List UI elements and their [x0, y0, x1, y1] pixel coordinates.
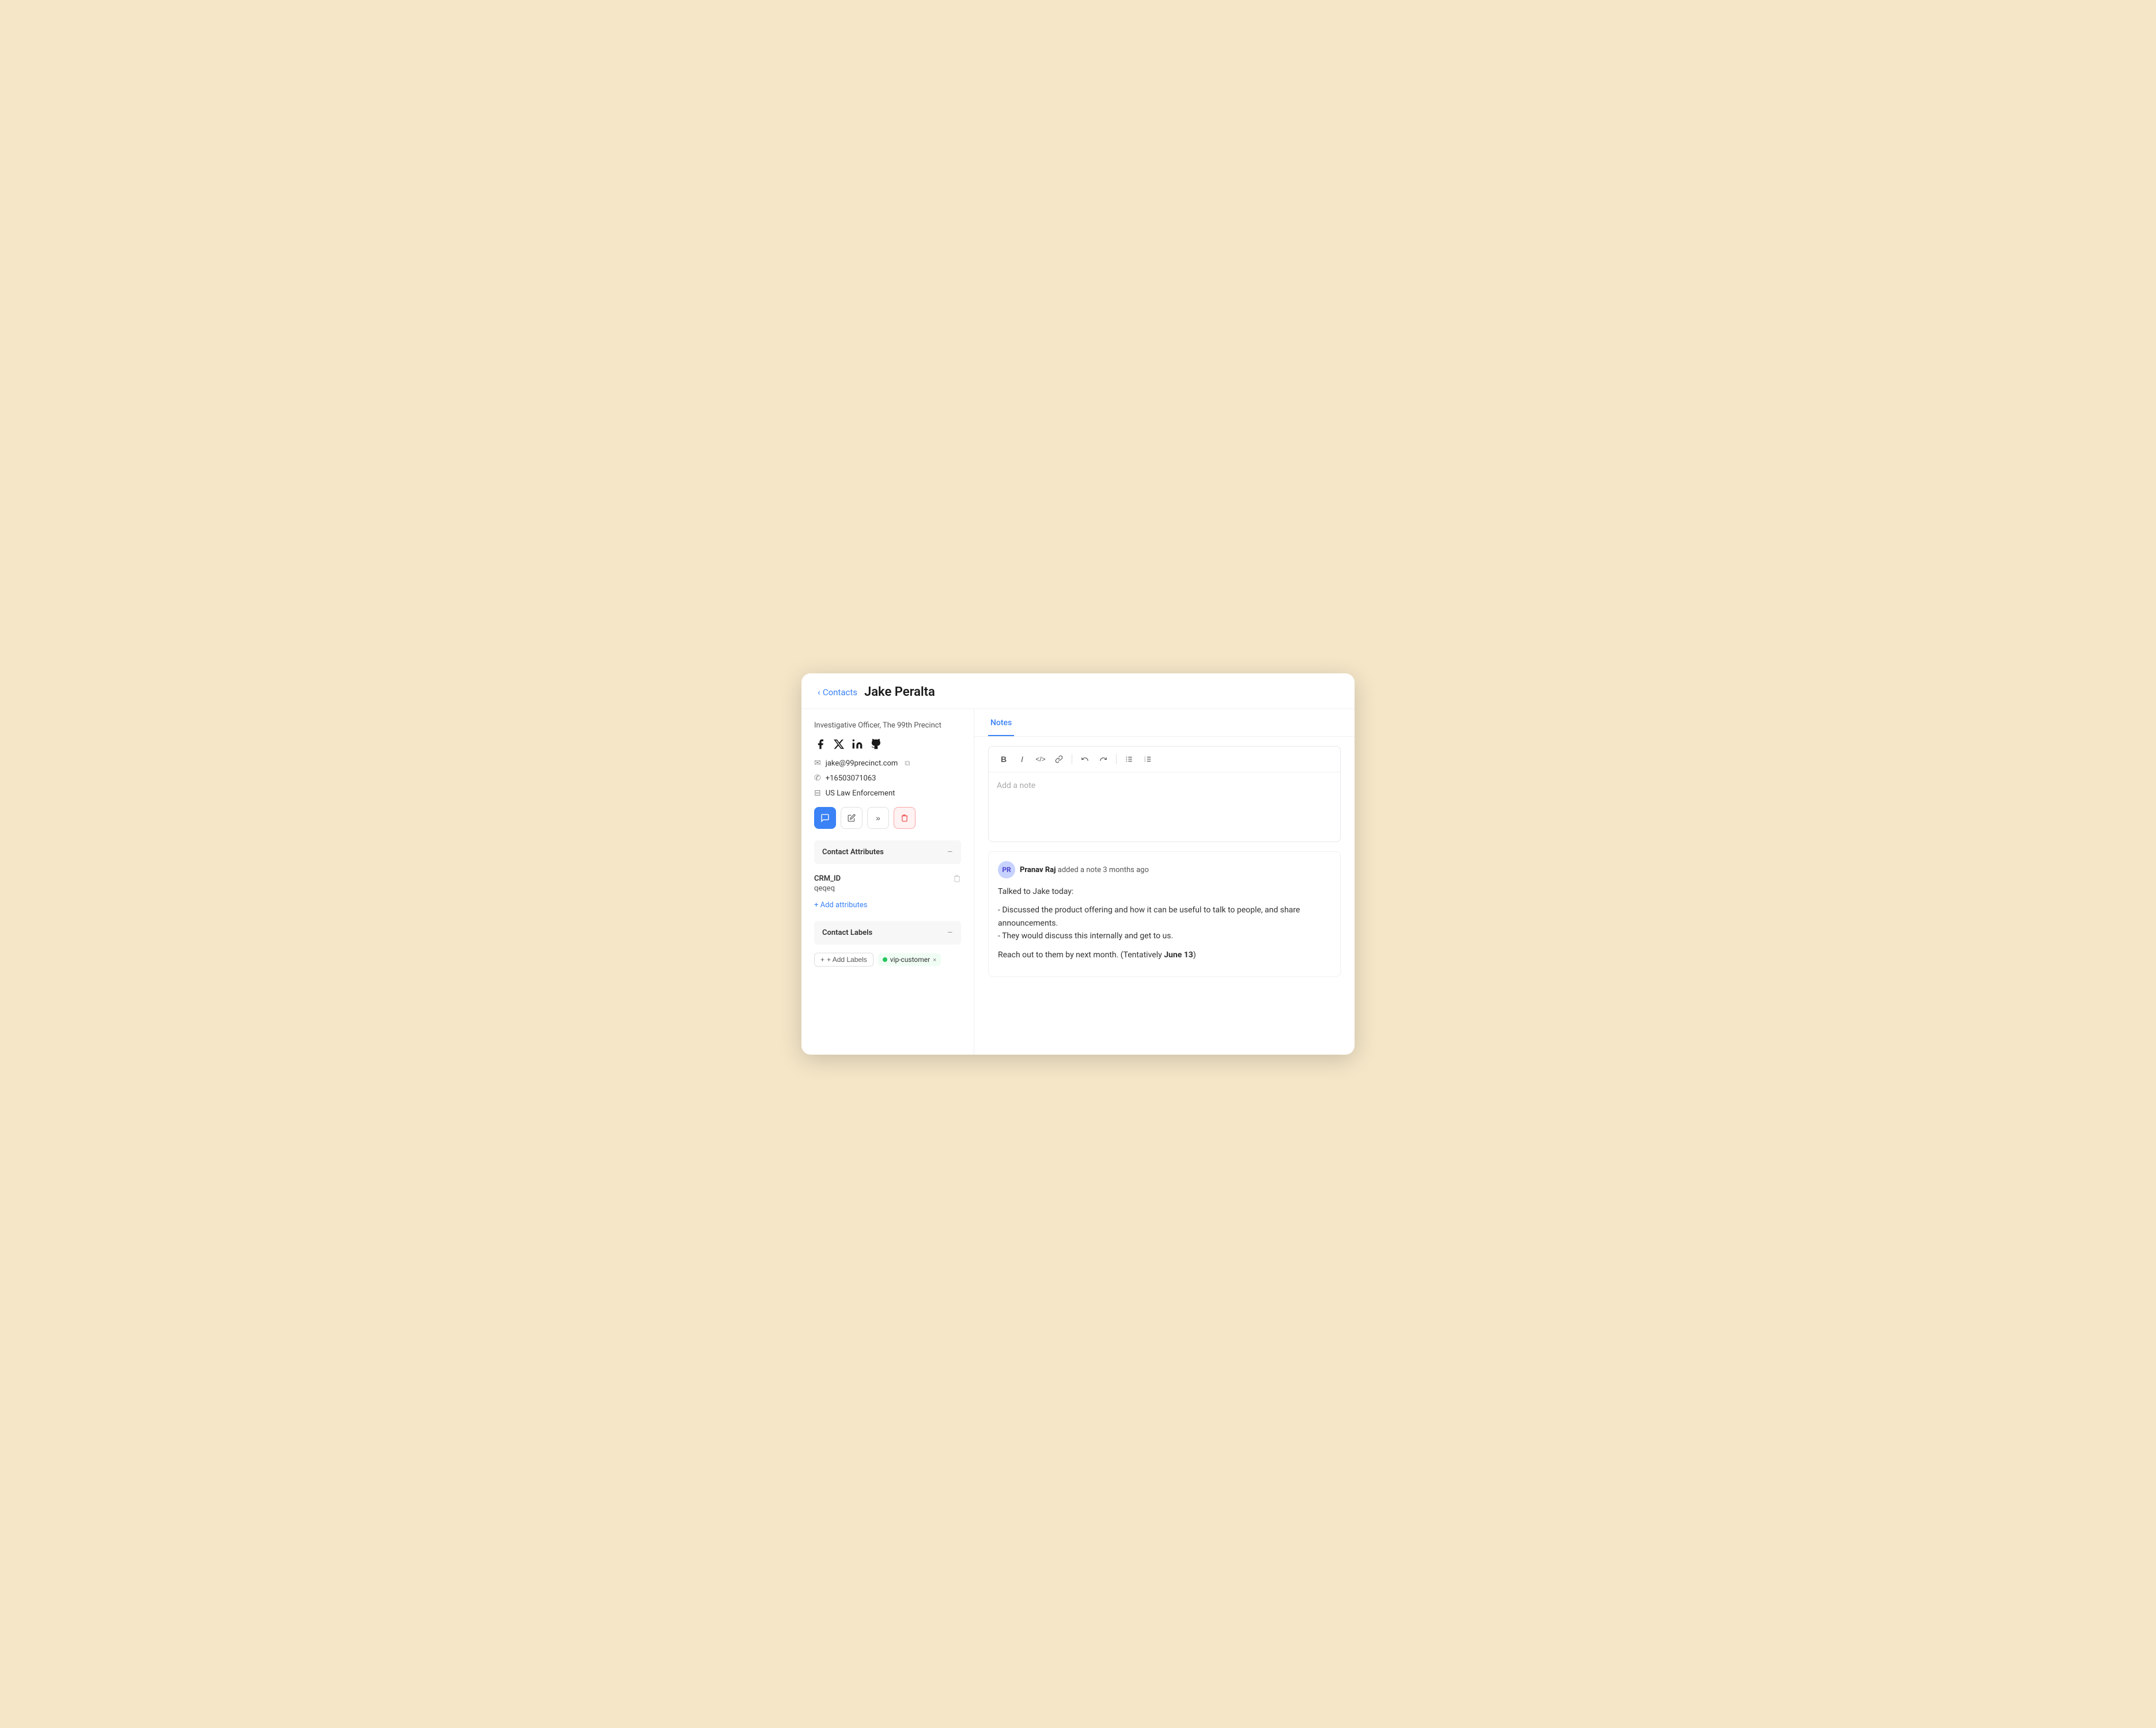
- back-link[interactable]: ‹ Contacts: [818, 687, 857, 698]
- delete-button[interactable]: [894, 807, 916, 829]
- note-meta: PR Pranav Raj added a note 3 months ago: [998, 861, 1331, 878]
- labels-section: + + Add Labels vip-customer ×: [814, 953, 961, 967]
- italic-icon: I: [1021, 755, 1023, 764]
- company-icon: ⊟: [814, 789, 821, 798]
- svg-text:3: 3: [1144, 760, 1145, 763]
- note-line-2: - Discussed the product offering and how…: [998, 904, 1331, 942]
- note-meta-text: Pranav Raj added a note 3 months ago: [1020, 866, 1149, 874]
- note-line-1: Talked to Jake today:: [998, 885, 1331, 898]
- github-icon[interactable]: [869, 738, 882, 751]
- phone-value: +16503071063: [826, 774, 876, 783]
- remove-vip-label-button[interactable]: ×: [933, 956, 936, 964]
- bullet-list-button[interactable]: [1121, 751, 1137, 767]
- crm-id-row: CRM_ID qeqeq: [814, 872, 961, 895]
- toolbar-sep-2: [1116, 754, 1117, 764]
- ordered-list-button[interactable]: 1 2 3: [1140, 751, 1156, 767]
- editor-placeholder: Add a note: [997, 781, 1035, 790]
- message-button[interactable]: [814, 807, 836, 829]
- italic-button[interactable]: I: [1014, 751, 1030, 767]
- crm-section: CRM_ID qeqeq + Add attributes: [814, 872, 961, 910]
- crm-delete-button[interactable]: [953, 874, 961, 885]
- vip-dot: [883, 957, 887, 962]
- twitter-icon[interactable]: [833, 738, 845, 751]
- vip-customer-label: vip-customer ×: [878, 953, 941, 966]
- add-attributes-label: + Add attributes: [814, 901, 867, 910]
- contact-labels-toggle: −: [947, 927, 953, 939]
- back-chevron-icon: ‹: [818, 687, 820, 698]
- redo-button[interactable]: [1095, 751, 1111, 767]
- note-time: added a note 3 months ago: [1058, 866, 1149, 874]
- email-value: jake@99precinct.com: [826, 759, 898, 768]
- contact-labels-title: Contact Labels: [822, 929, 872, 937]
- editor-toolbar: B I </>: [989, 746, 1340, 772]
- bold-icon: B: [1001, 755, 1007, 764]
- phone-row: ✆ +16503071063: [814, 774, 961, 783]
- edit-button[interactable]: [841, 807, 863, 829]
- tab-notes[interactable]: Notes: [988, 709, 1014, 736]
- crm-id-value: qeqeq: [814, 884, 841, 893]
- linkedin-icon[interactable]: [851, 738, 864, 751]
- note-editor: B I </>: [988, 746, 1341, 842]
- merge-icon: »: [876, 813, 880, 823]
- undo-button[interactable]: [1077, 751, 1093, 767]
- note-line-3: Reach out to them by next month. (Tentat…: [998, 949, 1331, 961]
- body-layout: Investigative Officer, The 99th Precinct: [801, 709, 1355, 1055]
- avatar: PR: [998, 861, 1015, 878]
- note-input-area[interactable]: Add a note: [989, 772, 1340, 842]
- contact-attributes-title: Contact Attributes: [822, 848, 884, 857]
- notes-list: PR Pranav Raj added a note 3 months ago …: [974, 851, 1355, 995]
- note-card: PR Pranav Raj added a note 3 months ago …: [988, 851, 1341, 977]
- merge-button[interactable]: »: [867, 807, 889, 829]
- contact-attributes-toggle: −: [947, 846, 953, 858]
- crm-id-label: CRM_ID: [814, 874, 841, 883]
- code-button[interactable]: </>: [1032, 751, 1049, 767]
- add-label-icon: +: [820, 956, 824, 964]
- left-panel: Investigative Officer, The 99th Precinct: [801, 709, 974, 1055]
- company-value: US Law Enforcement: [826, 789, 895, 798]
- email-icon: ✉: [814, 759, 821, 768]
- phone-icon: ✆: [814, 774, 821, 783]
- header: ‹ Contacts Jake Peralta: [801, 673, 1355, 709]
- code-icon: </>: [1035, 755, 1045, 763]
- action-buttons: »: [814, 807, 961, 829]
- tab-notes-label: Notes: [990, 718, 1012, 727]
- bold-button[interactable]: B: [996, 751, 1012, 767]
- social-icons-row: [814, 738, 961, 751]
- add-label-text: + Add Labels: [827, 956, 867, 964]
- link-button[interactable]: [1051, 751, 1067, 767]
- contact-attributes-header[interactable]: Contact Attributes −: [814, 840, 961, 864]
- vip-label-text: vip-customer: [890, 956, 930, 964]
- right-panel: Notes B I </>: [974, 709, 1355, 1055]
- modal-container: ‹ Contacts Jake Peralta Investigative Of…: [801, 673, 1355, 1055]
- labels-row: + + Add Labels vip-customer ×: [814, 953, 961, 967]
- crm-id-content: CRM_ID qeqeq: [814, 874, 841, 893]
- company-row: ⊟ US Law Enforcement: [814, 789, 961, 798]
- page-title: Jake Peralta: [864, 685, 935, 699]
- tabs-bar: Notes: [974, 709, 1355, 737]
- add-label-button[interactable]: + + Add Labels: [814, 953, 873, 967]
- add-attributes-button[interactable]: + Add attributes: [814, 901, 961, 910]
- contact-labels-header[interactable]: Contact Labels −: [814, 921, 961, 945]
- bold-date: June 13: [1164, 950, 1193, 960]
- email-row: ✉ jake@99precinct.com ⧉: [814, 759, 961, 768]
- note-author: Pranav Raj: [1020, 866, 1056, 874]
- note-content: Talked to Jake today: - Discussed the pr…: [998, 885, 1331, 961]
- facebook-icon[interactable]: [814, 738, 827, 751]
- back-label: Contacts: [823, 687, 857, 698]
- copy-email-button[interactable]: ⧉: [905, 759, 910, 768]
- contact-subtitle: Investigative Officer, The 99th Precinct: [814, 721, 961, 731]
